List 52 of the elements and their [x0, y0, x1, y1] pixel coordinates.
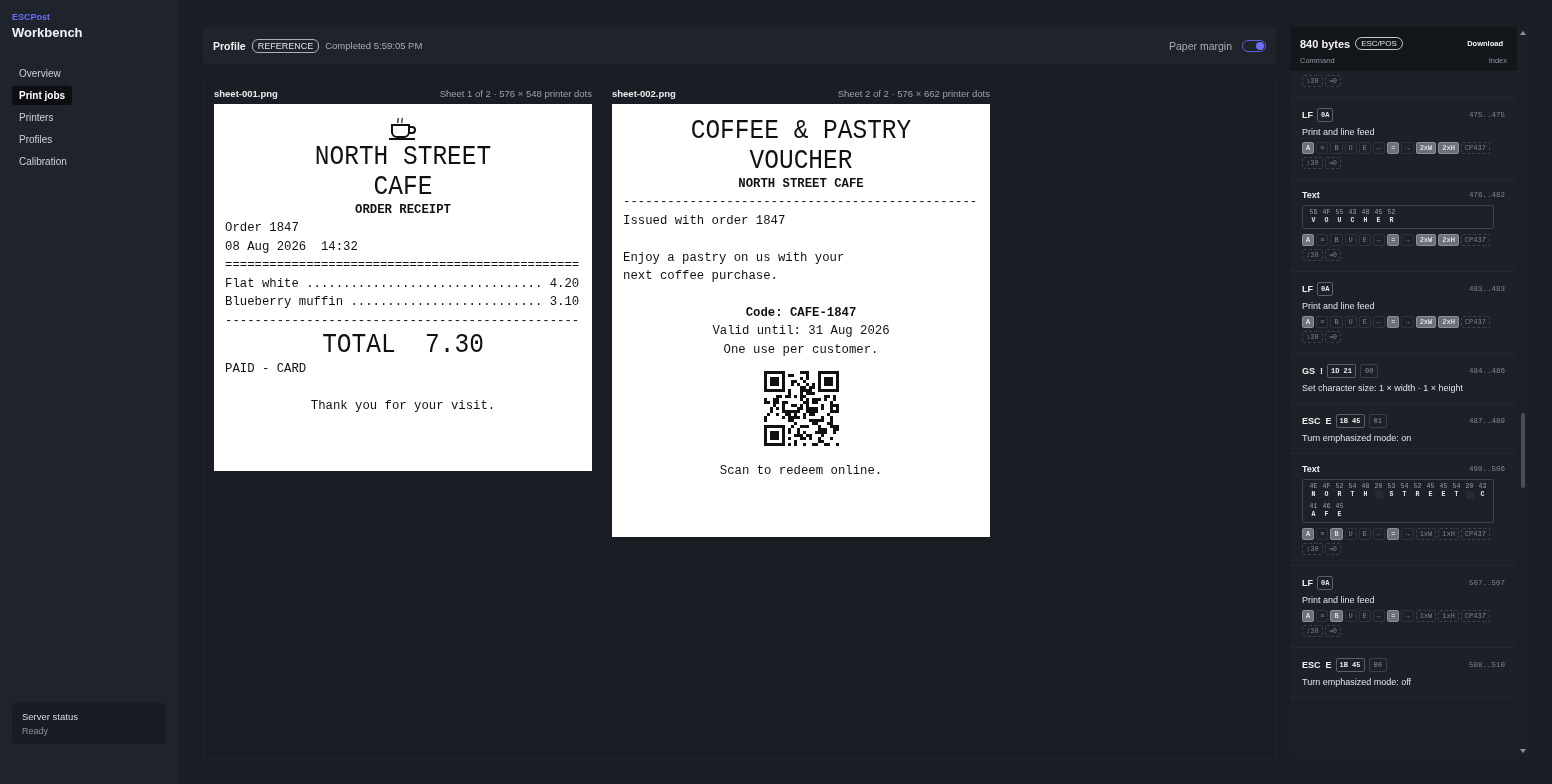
coffee-cup-icon	[388, 116, 418, 140]
sheet-filename: sheet-002.png	[612, 88, 676, 99]
command-description: Print and line feed	[1302, 301, 1376, 311]
toggle-label: Paper margin	[1168, 39, 1232, 52]
nav-item[interactable]: Overview	[12, 64, 68, 83]
receipt-line: One use per customer.	[723, 341, 879, 359]
command-name: LF	[1302, 578, 1313, 588]
command-name: LF	[1302, 284, 1313, 294]
nav-item[interactable]: Print jobs	[12, 86, 73, 105]
receipt-line: ------------------------------------------------	[623, 194, 978, 211]
app-title: Workbench	[12, 25, 83, 40]
job-title: Profile	[213, 39, 246, 52]
receipt-line: Issued with order 1847	[623, 212, 786, 230]
profile-badge: REFERENCE	[251, 38, 320, 53]
receipt-line: Scan to redeem online.	[719, 463, 883, 480]
receipt-line: ================================================	[225, 257, 580, 274]
receipt-line: Blueberry muffin .......................... 3.10	[225, 294, 580, 311]
receipt-line: Valid until: 31 Aug 2026	[712, 323, 890, 340]
receipt-bold-line: NORTH STREET CAFE	[738, 176, 864, 193]
sheet-info: Sheet 2 of 2 · 576 × 662 printer dots	[837, 88, 990, 99]
command-description: Set character size: 1 × width · 1 × height	[1302, 383, 1465, 393]
command-description: Print and line feed	[1302, 127, 1376, 137]
command-name: Text	[1302, 190, 1320, 200]
command-name: ESC E	[1302, 416, 1332, 426]
sheet-info: Sheet 1 of 2 · 576 × 548 printer dots	[439, 88, 592, 99]
receipt-line: Flat white ................................ 4.20	[225, 275, 580, 293]
command-name: LF	[1302, 110, 1313, 120]
receipt-bold-line: ORDER RECEIPT	[355, 202, 451, 219]
receipt-line: ------------------------------------------------	[225, 312, 580, 330]
receipt-line: Thank you for your visit.	[310, 397, 496, 415]
receipt-bold-line: Code: CAFE-1847	[745, 305, 857, 322]
command-description: Turn emphasized mode: off	[1302, 677, 1413, 687]
command-name: ESC E	[1302, 660, 1332, 670]
command-name: Text	[1302, 464, 1320, 474]
status-value: Ready	[22, 726, 48, 736]
command-description: Turn emphasized mode: on	[1302, 433, 1413, 443]
sheet-filename: sheet-001.png	[214, 88, 278, 99]
receipt-line: Order 1847	[225, 220, 299, 237]
receipt-line: 08 Aug 2026 14:32	[225, 238, 358, 256]
command-name: GS !	[1302, 366, 1323, 376]
nav-item[interactable]: Printers	[12, 108, 61, 127]
receipt-line: Enjoy a pastry on us with your	[623, 249, 845, 267]
receipt-line: PAID - CARD	[225, 360, 307, 378]
nav-item[interactable]: Profiles	[12, 130, 60, 149]
brand-label: ESCPost	[12, 12, 50, 22]
byte-count: 840 bytes	[1300, 37, 1351, 50]
receipt-heading: TOTAL 7.30	[322, 327, 484, 362]
completed-time: Completed 5:59:05 PM	[325, 40, 423, 51]
receipt-line: next coffee purchase.	[623, 268, 778, 285]
nav-item[interactable]: Calibration	[12, 152, 74, 171]
status-label: Server status	[22, 711, 78, 722]
command-description: Print and line feed	[1302, 595, 1376, 605]
